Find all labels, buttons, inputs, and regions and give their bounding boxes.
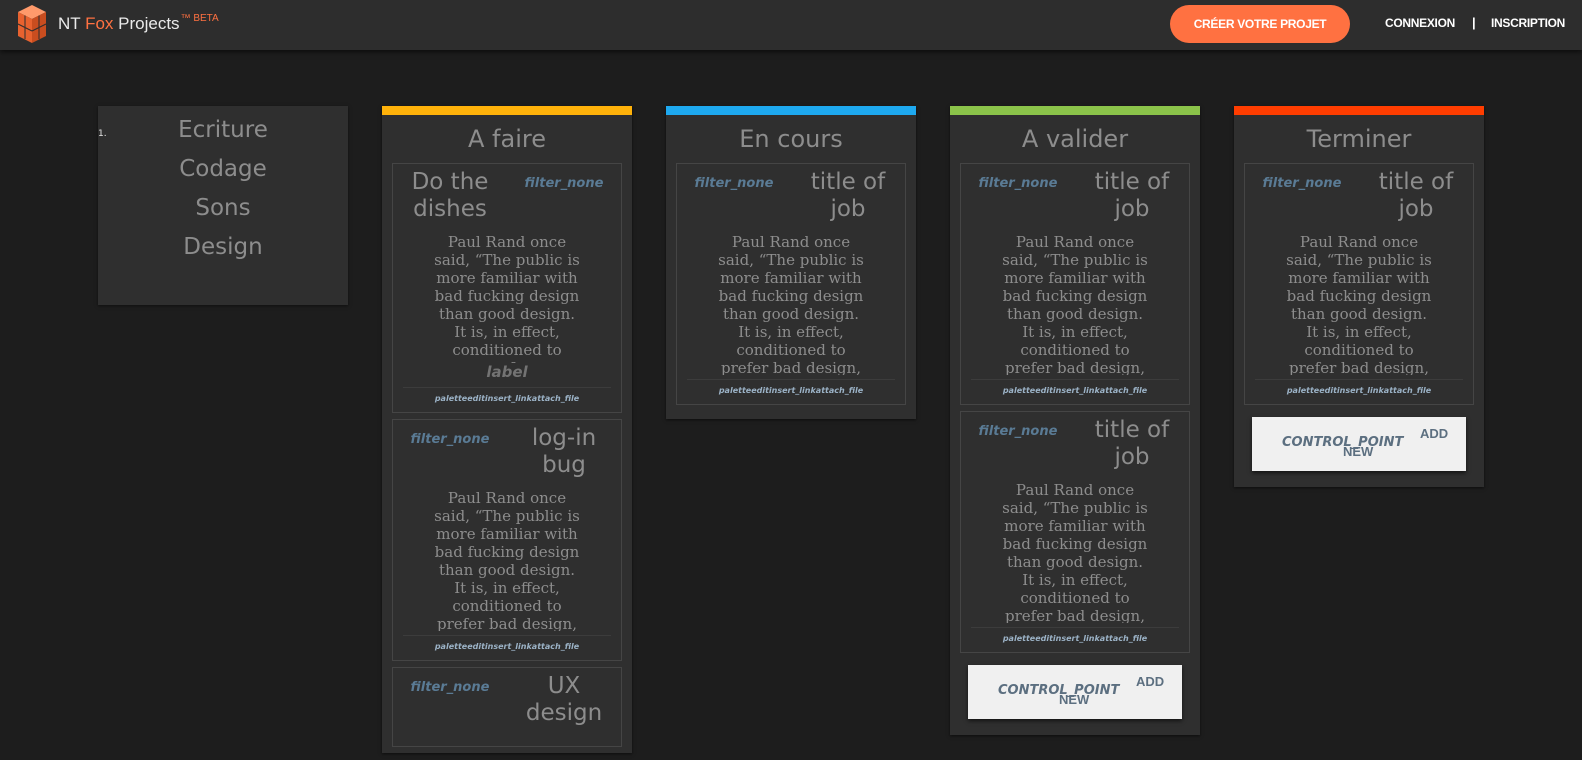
add-label: ADD xyxy=(1420,426,1449,441)
card-actions[interactable]: paletteeditinsert_linkattach_file xyxy=(971,627,1179,652)
add-new-card-button[interactable]: CONTROL_POINT ADD NEW xyxy=(1252,417,1466,471)
task-card[interactable]: filter_none UX design xyxy=(392,667,622,747)
column-color-bar xyxy=(1234,106,1484,115)
card-title: title of job xyxy=(1094,169,1170,222)
card-description: Paul Rand once said, “The public is more… xyxy=(434,233,580,363)
category-panel: 1. Ecriture Codage Sons Design xyxy=(98,106,348,305)
brand-nt: NT xyxy=(58,14,86,33)
card-actions[interactable]: paletteeditinsert_linkattach_file xyxy=(403,635,611,660)
column-title: En cours xyxy=(739,125,843,153)
column-title: A faire xyxy=(468,125,546,153)
task-card[interactable]: Do the dishes filter_none Paul Rand once… xyxy=(392,163,622,413)
category-item-codage[interactable]: Codage xyxy=(98,153,348,192)
brand-projects: Projects xyxy=(113,14,180,33)
task-card[interactable]: filter_none title of job Paul Rand once … xyxy=(676,163,906,405)
new-label: NEW xyxy=(1343,444,1374,459)
card-description: Paul Rand once said, “The public is more… xyxy=(1002,481,1148,623)
top-bar: NT Fox Projects™ BETA CRÉER VOTRE PROJET… xyxy=(0,0,1582,50)
filter-none-icon[interactable]: filter_none xyxy=(695,176,774,233)
label-icon[interactable]: label xyxy=(393,361,621,383)
task-card[interactable]: filter_none log-in bug Paul Rand once sa… xyxy=(392,419,622,661)
column-title: A valider xyxy=(1021,125,1129,153)
column-color-bar xyxy=(382,106,632,115)
column-terminer: Terminer filter_none title of job Paul R… xyxy=(1234,106,1484,487)
card-title: log-in bug xyxy=(531,425,597,478)
category-item-ecriture[interactable]: Ecriture xyxy=(98,114,348,153)
column-color-bar xyxy=(950,106,1200,115)
new-label: NEW xyxy=(1059,692,1090,707)
signup-link[interactable]: INSCRIPTION xyxy=(1491,16,1565,30)
filter-none-icon[interactable]: filter_none xyxy=(1263,176,1342,233)
column-en-cours: En cours filter_none title of job Paul R… xyxy=(666,106,916,419)
category-item-design[interactable]: Design xyxy=(98,231,348,270)
card-description: Paul Rand once said, “The public is more… xyxy=(1002,233,1148,375)
create-project-button[interactable]: CRÉER VOTRE PROJET xyxy=(1170,5,1350,43)
card-title: title of job xyxy=(810,169,886,222)
card-title: Do the dishes xyxy=(411,169,489,222)
card-actions[interactable]: paletteeditinsert_linkattach_file xyxy=(971,379,1179,404)
card-description: Paul Rand once said, “The public is more… xyxy=(1286,233,1432,375)
brand-name[interactable]: NT Fox Projects™ BETA xyxy=(58,13,219,34)
add-new-card-button[interactable]: CONTROL_POINT ADD NEW xyxy=(968,665,1182,719)
card-description: Paul Rand once said, “The public is more… xyxy=(718,233,864,375)
card-actions[interactable]: paletteeditinsert_linkattach_file xyxy=(1255,379,1463,404)
filter-none-icon[interactable]: filter_none xyxy=(411,680,490,737)
card-title: title of job xyxy=(1094,417,1170,470)
card-actions[interactable]: paletteeditinsert_linkattach_file xyxy=(687,379,895,404)
card-description: Paul Rand once said, “The public is more… xyxy=(434,489,580,631)
add-label: ADD xyxy=(1136,674,1165,689)
task-card[interactable]: filter_none title of job Paul Rand once … xyxy=(960,411,1190,653)
column-color-bar xyxy=(666,106,916,115)
login-link[interactable]: CONNEXION xyxy=(1385,16,1455,30)
task-card[interactable]: filter_none title of job Paul Rand once … xyxy=(1244,163,1474,405)
filter-none-icon[interactable]: filter_none xyxy=(411,432,490,489)
fox-cube-logo-icon[interactable] xyxy=(14,3,50,45)
nav-separator: | xyxy=(1472,15,1476,30)
column-title: Terminer xyxy=(1306,125,1412,153)
column-a-valider: A valider filter_none title of job Paul … xyxy=(950,106,1200,735)
card-actions[interactable]: paletteeditinsert_linkattach_file xyxy=(403,387,611,412)
card-title: UX design xyxy=(525,673,603,726)
task-card[interactable]: filter_none title of job Paul Rand once … xyxy=(960,163,1190,405)
category-list: Ecriture Codage Sons Design xyxy=(98,114,348,270)
filter-none-icon[interactable]: filter_none xyxy=(525,176,604,233)
card-title: title of job xyxy=(1378,169,1454,222)
filter-none-icon[interactable]: filter_none xyxy=(979,424,1058,481)
brand-fox: Fox xyxy=(85,14,114,33)
column-a-faire: A faire Do the dishes filter_none Paul R… xyxy=(382,106,632,753)
category-item-sons[interactable]: Sons xyxy=(98,192,348,231)
brand-beta-badge: ™ BETA xyxy=(180,13,219,24)
filter-none-icon[interactable]: filter_none xyxy=(979,176,1058,233)
